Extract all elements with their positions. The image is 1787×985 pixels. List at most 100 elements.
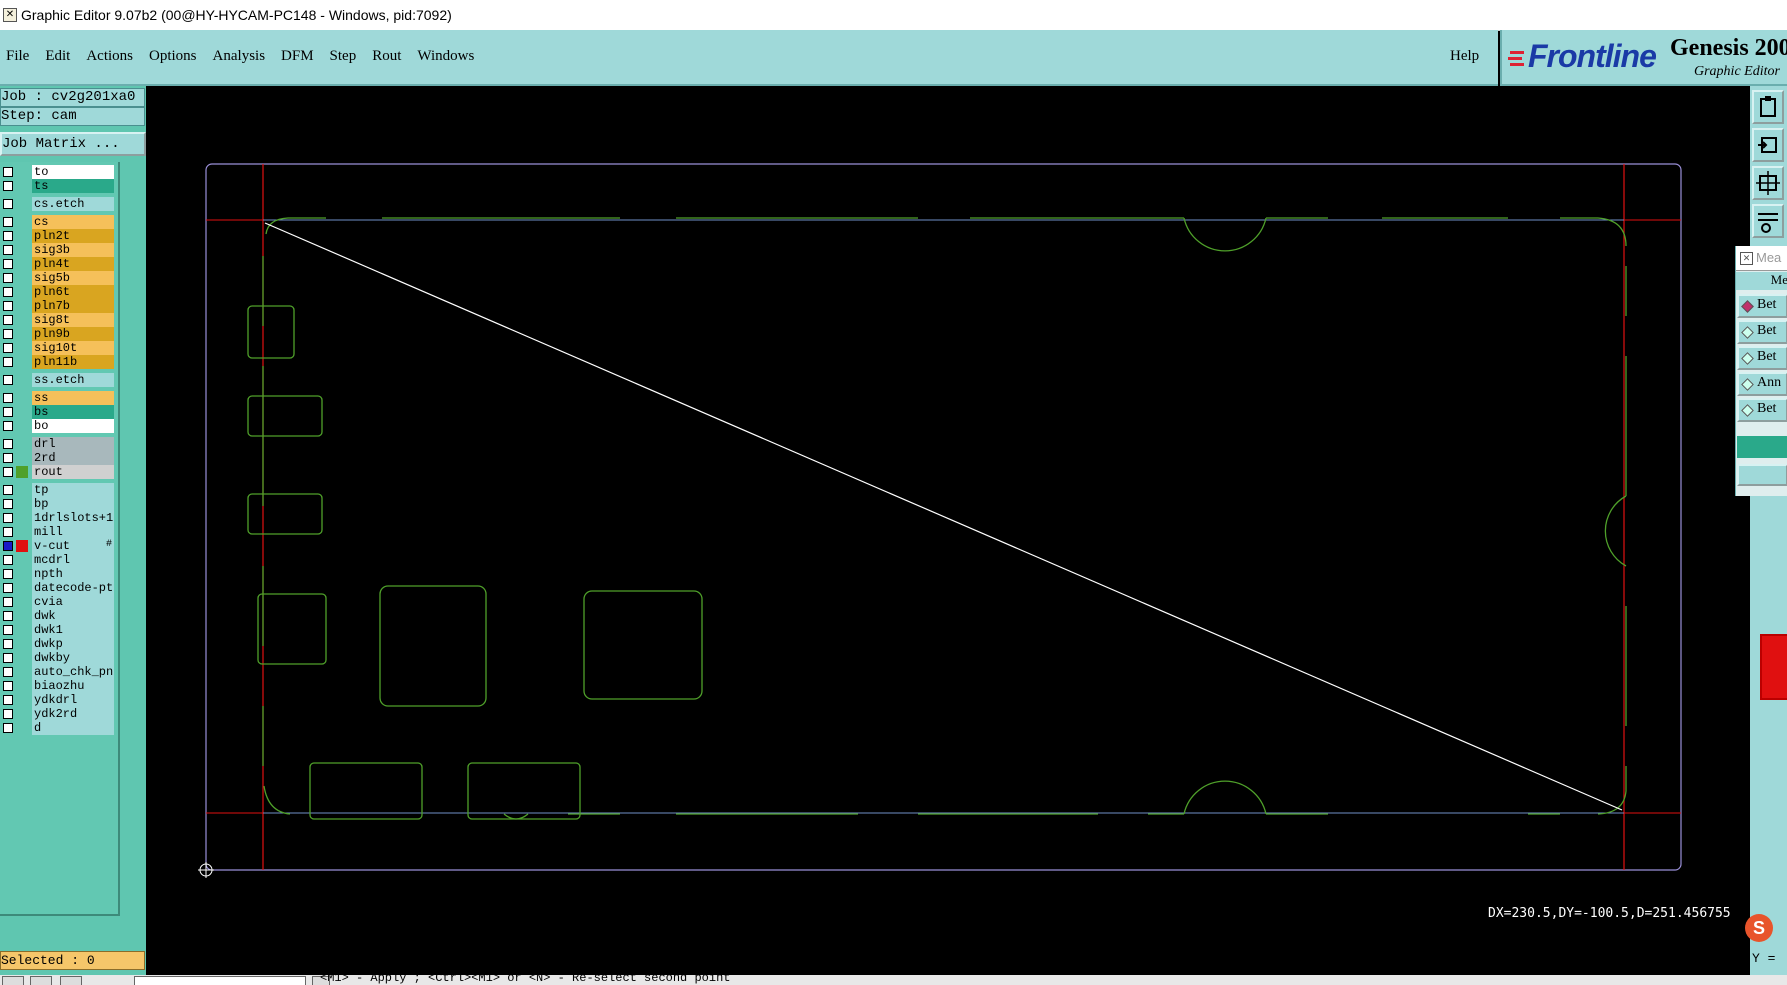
layer-name[interactable]: rout [32, 465, 114, 479]
layer-name[interactable]: auto_chk_pn [32, 665, 114, 679]
layer-checkbox[interactable] [3, 181, 13, 191]
layer-name[interactable]: dwk1 [32, 623, 114, 637]
layer-row[interactable]: 2rd [0, 451, 116, 465]
layer-row[interactable]: ydk2rd [0, 707, 116, 721]
menu-rout[interactable]: Rout [372, 48, 401, 65]
layer-row[interactable]: mcdrl [0, 553, 116, 567]
layer-row[interactable]: sig3b [0, 243, 116, 257]
bottom-button-2[interactable] [30, 976, 52, 985]
layer-row[interactable]: v-cut # [0, 539, 116, 553]
layer-row[interactable]: dwkby [0, 651, 116, 665]
layer-name[interactable]: bp [32, 497, 114, 511]
layer-name[interactable]: pln4t [32, 257, 114, 271]
layer-name[interactable]: ss [32, 391, 114, 405]
layer-checkbox[interactable] [3, 583, 13, 593]
layer-row[interactable]: sig8t [0, 313, 116, 327]
layer-checkbox[interactable] [3, 555, 13, 565]
menu-windows[interactable]: Windows [417, 48, 474, 65]
layer-checkbox[interactable] [3, 499, 13, 509]
layer-checkbox[interactable] [3, 421, 13, 431]
graphic-canvas[interactable]: DX=230.5,DY=-100.5,D=251.456755 [148, 86, 1750, 975]
layer-name[interactable]: drl [32, 437, 114, 451]
layer-name[interactable]: to [32, 165, 114, 179]
layer-row[interactable]: ss.etch [0, 373, 116, 387]
command-field[interactable] [134, 976, 306, 985]
layer-row[interactable]: cs [0, 215, 116, 229]
layer-checkbox[interactable] [3, 217, 13, 227]
layer-checkbox[interactable] [3, 375, 13, 385]
layer-row[interactable]: pln4t [0, 257, 116, 271]
layer-row[interactable]: auto_chk_pn [0, 665, 116, 679]
layer-row[interactable]: ss [0, 391, 116, 405]
layer-checkbox[interactable] [3, 407, 13, 417]
menu-step[interactable]: Step [330, 48, 357, 65]
layer-name[interactable]: pln7b [32, 299, 114, 313]
menu-file[interactable]: File [6, 48, 29, 65]
layer-checkbox[interactable] [3, 681, 13, 691]
layer-checkbox[interactable] [3, 597, 13, 607]
layer-row[interactable]: pln11b [0, 355, 116, 369]
ime-icon[interactable]: S [1745, 914, 1773, 942]
layer-checkbox[interactable] [3, 709, 13, 719]
layer-row[interactable]: dwkp [0, 637, 116, 651]
layer-row[interactable]: pln2t [0, 229, 116, 243]
layer-name[interactable]: pln9b [32, 327, 114, 341]
menu-dfm[interactable]: DFM [281, 48, 314, 65]
layer-row[interactable]: pln7b [0, 299, 116, 313]
menu-options[interactable]: Options [149, 48, 197, 65]
layer-row[interactable]: d [0, 721, 116, 735]
menu-analysis[interactable]: Analysis [213, 48, 266, 65]
measure-option[interactable]: Ann [1737, 372, 1787, 396]
layer-checkbox[interactable] [3, 343, 13, 353]
layer-name[interactable]: bs [32, 405, 114, 419]
layer-checkbox[interactable] [3, 513, 13, 523]
layer-name[interactable]: ydkdrl [32, 693, 114, 707]
menu-actions[interactable]: Actions [86, 48, 133, 65]
layer-name[interactable]: dwkp [32, 637, 114, 651]
layer-checkbox[interactable] [3, 653, 13, 663]
layer-checkbox[interactable] [3, 199, 13, 209]
layer-name[interactable]: sig8t [32, 313, 114, 327]
layer-checkbox[interactable] [3, 485, 13, 495]
layer-row[interactable]: cvia [0, 595, 116, 609]
layer-name[interactable]: pln2t [32, 229, 114, 243]
layer-checkbox[interactable] [3, 527, 13, 537]
layer-name[interactable]: pln11b [32, 355, 114, 369]
layer-row[interactable]: pln6t [0, 285, 116, 299]
layer-name[interactable]: mcdrl [32, 553, 114, 567]
layer-row[interactable]: dwk1 [0, 623, 116, 637]
layer-row[interactable]: bo [0, 419, 116, 433]
job-matrix-button[interactable]: Job Matrix ... [0, 132, 146, 156]
layer-checkbox[interactable] [3, 723, 13, 733]
layer-checkbox[interactable] [3, 245, 13, 255]
layer-row[interactable]: ts [0, 179, 116, 193]
measure-close-button[interactable] [1737, 464, 1787, 486]
menu-edit[interactable]: Edit [45, 48, 70, 65]
layer-name[interactable]: npth [32, 567, 114, 581]
measure-option[interactable]: Bet [1737, 320, 1787, 344]
measure-option[interactable]: Bet [1737, 294, 1787, 318]
layer-checkbox[interactable] [3, 639, 13, 649]
layer-name[interactable]: cvia [32, 595, 114, 609]
layer-name[interactable]: sig5b [32, 271, 114, 285]
layer-name[interactable]: datecode-pte [32, 581, 114, 595]
layer-checkbox[interactable] [3, 301, 13, 311]
layer-name[interactable]: mill [32, 525, 114, 539]
layer-name[interactable]: pln6t [32, 285, 114, 299]
measure-option[interactable]: Bet [1737, 398, 1787, 422]
layer-checkbox[interactable] [3, 453, 13, 463]
layer-name[interactable]: 1drlslots+1 [32, 511, 114, 525]
layer-checkbox[interactable] [3, 695, 13, 705]
layer-checkbox[interactable] [3, 439, 13, 449]
layer-checkbox[interactable] [3, 541, 13, 551]
layer-name[interactable]: biaozhu [32, 679, 114, 693]
layer-name[interactable]: ydk2rd [32, 707, 114, 721]
bottom-button-1[interactable] [2, 976, 24, 985]
layer-row[interactable]: cs.etch [0, 197, 116, 211]
layer-row[interactable]: pln9b [0, 327, 116, 341]
layer-checkbox[interactable] [3, 393, 13, 403]
toolbar-clipboard-button[interactable] [1752, 90, 1784, 124]
layer-row[interactable]: sig5b [0, 271, 116, 285]
bottom-button-3[interactable] [60, 976, 82, 985]
layer-checkbox[interactable] [3, 329, 13, 339]
